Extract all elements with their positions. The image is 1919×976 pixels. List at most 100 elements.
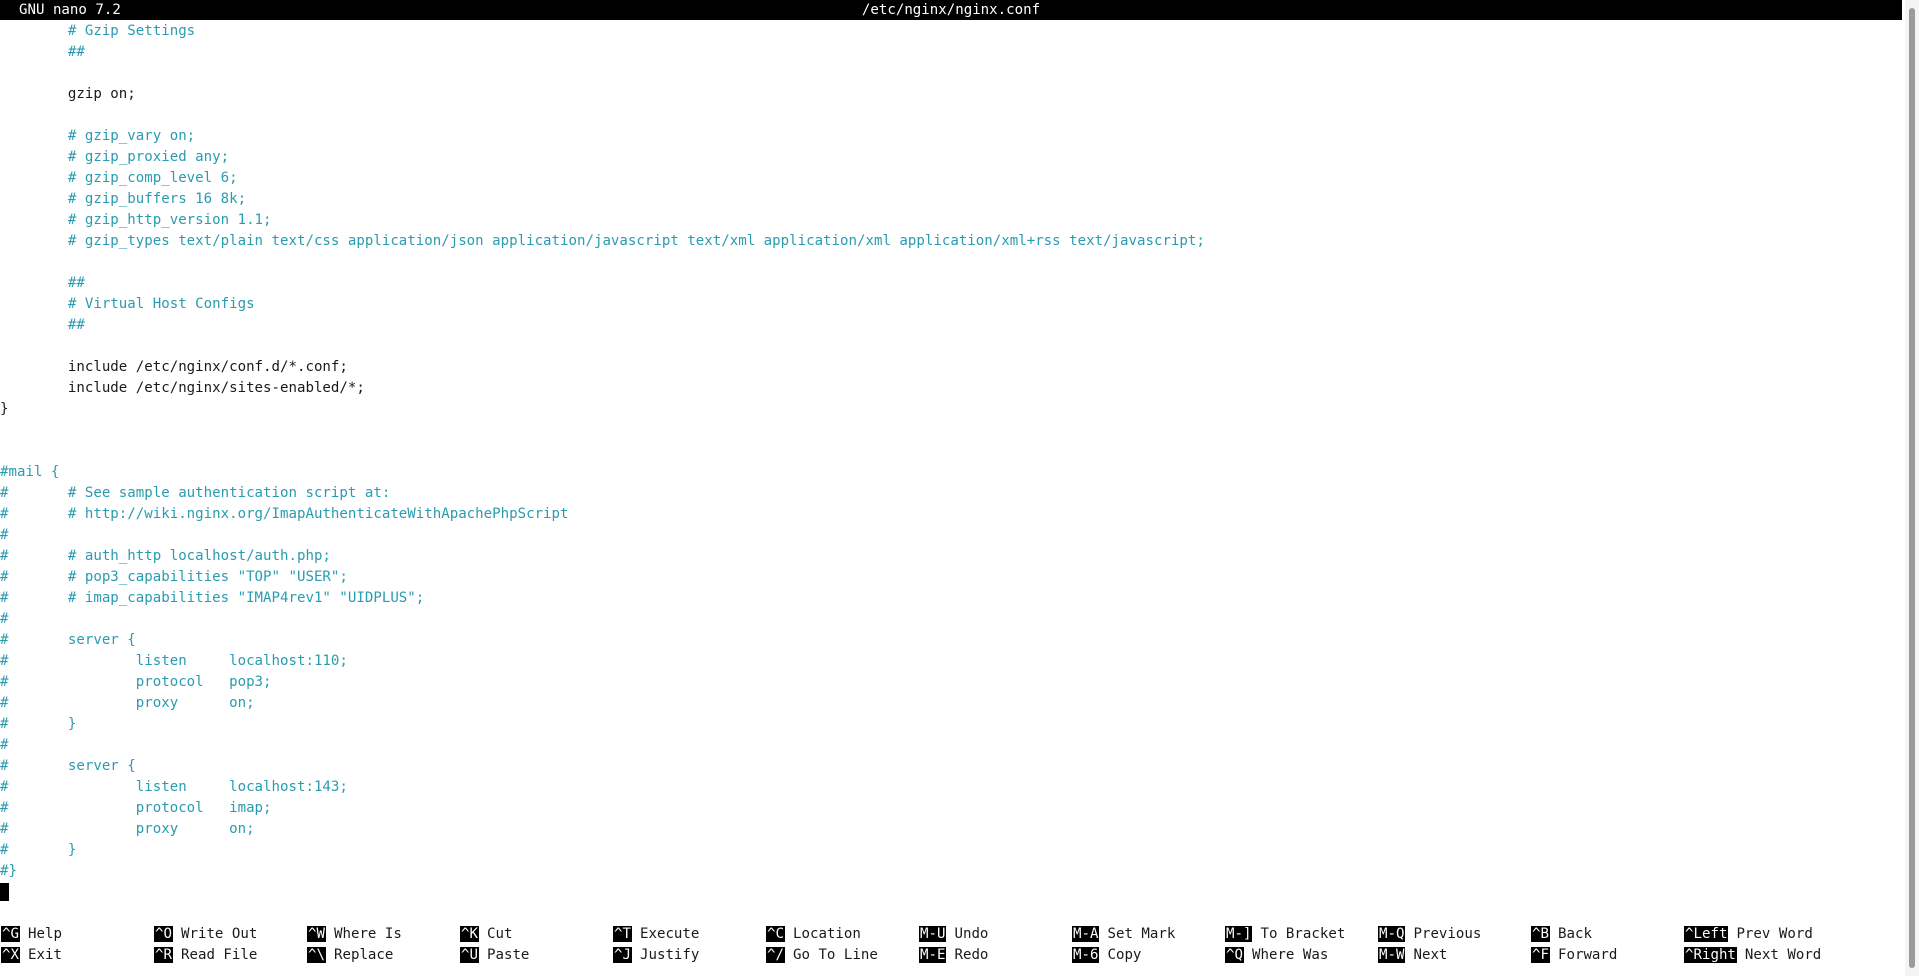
editor-line[interactable]: # Virtual Host Configs: [0, 294, 1902, 315]
shortcut-key: ^U: [460, 947, 479, 963]
shortcut-item[interactable]: ^W Where Is: [307, 924, 402, 945]
shortcut-label: Help: [27, 926, 62, 942]
shortcut-key: M-W: [1378, 947, 1406, 963]
shortcut-key: ^\: [307, 947, 326, 963]
shortcut-item[interactable]: ^C Location: [766, 924, 861, 945]
editor-line[interactable]: # }: [0, 714, 1902, 735]
shortcut-item[interactable]: ^G Help: [1, 924, 62, 945]
editor-line[interactable]: #mail {: [0, 462, 1902, 483]
editor-line[interactable]: ##: [0, 42, 1902, 63]
editor-line[interactable]: # Gzip Settings: [0, 21, 1902, 42]
shortcut-item[interactable]: M-U Undo: [919, 924, 988, 945]
shortcut-label: Go To Line: [792, 947, 878, 963]
editor-line[interactable]: # # http://wiki.nginx.org/ImapAuthentica…: [0, 504, 1902, 525]
editor-line[interactable]: # gzip_proxied any;: [0, 147, 1902, 168]
editor-line[interactable]: [0, 252, 1902, 273]
shortcut-item[interactable]: M-6 Copy: [1072, 945, 1141, 966]
editor-line[interactable]: # server {: [0, 756, 1902, 777]
shortcut-label: Redo: [954, 947, 989, 963]
editor-line[interactable]: # }: [0, 840, 1902, 861]
shortcut-item[interactable]: ^U Paste: [460, 945, 529, 966]
shortcut-bar: ^G Help ^O Write Out ^W Where Is ^K Cut ^T Execut…: [0, 924, 1902, 966]
shortcut-label: Where Is: [333, 926, 402, 942]
shortcut-key: M-Q: [1378, 926, 1406, 942]
shortcut-label: Previous: [1413, 926, 1482, 942]
editor-line[interactable]: # proxy on;: [0, 693, 1902, 714]
shortcut-label: Copy: [1107, 947, 1142, 963]
editor-line[interactable]: #}: [0, 861, 1902, 882]
shortcut-label: Exit: [27, 947, 62, 963]
text-cursor: [0, 883, 9, 901]
shortcut-item[interactable]: ^/ Go To Line: [766, 945, 878, 966]
editor-line[interactable]: # gzip_comp_level 6;: [0, 168, 1902, 189]
shortcut-item[interactable]: M-A Set Mark: [1072, 924, 1175, 945]
shortcut-label: Location: [792, 926, 861, 942]
editor-line[interactable]: [0, 420, 1902, 441]
shortcut-item[interactable]: ^T Execute: [613, 924, 699, 945]
editor-line[interactable]: [0, 441, 1902, 462]
shortcut-label: Set Mark: [1107, 926, 1176, 942]
editor-line[interactable]: # server {: [0, 630, 1902, 651]
editor-line[interactable]: [0, 336, 1902, 357]
editor-line[interactable]: # # imap_capabilities "IMAP4rev1" "UIDPL…: [0, 588, 1902, 609]
shortcut-item[interactable]: ^B Back: [1531, 924, 1592, 945]
shortcut-label: Paste: [486, 947, 530, 963]
shortcut-item[interactable]: M-] To Bracket: [1225, 924, 1345, 945]
editor-line[interactable]: ##: [0, 315, 1902, 336]
shortcut-label: Execute: [639, 926, 700, 942]
shortcut-item[interactable]: ^O Write Out: [154, 924, 257, 945]
shortcut-label: Next: [1413, 947, 1448, 963]
shortcut-key: ^Right: [1684, 947, 1737, 963]
shortcut-item[interactable]: ^Right Next Word: [1684, 945, 1821, 966]
shortcut-item[interactable]: ^X Exit: [1, 945, 62, 966]
editor-line[interactable]: # gzip_types text/plain text/css applica…: [0, 231, 1902, 252]
vertical-scrollbar[interactable]: [1905, 0, 1919, 976]
editor-line[interactable]: gzip on;: [0, 84, 1902, 105]
shortcut-label: Undo: [954, 926, 989, 942]
editor-line[interactable]: include /etc/nginx/conf.d/*.conf;: [0, 357, 1902, 378]
editor-line[interactable]: [0, 105, 1902, 126]
shortcut-label: Forward: [1557, 947, 1618, 963]
editor-line[interactable]: # proxy on;: [0, 819, 1902, 840]
shortcut-label: Prev Word: [1736, 926, 1813, 942]
shortcut-item[interactable]: M-W Next: [1378, 945, 1447, 966]
shortcut-label: Where Was: [1251, 947, 1329, 963]
editor-line[interactable]: ##: [0, 273, 1902, 294]
shortcut-key: M-]: [1225, 926, 1253, 942]
editor-area[interactable]: # Gzip Settings ## gzip on; # gzip_vary …: [0, 21, 1902, 903]
shortcut-item[interactable]: ^\ Replace: [307, 945, 393, 966]
shortcut-item[interactable]: ^Q Where Was: [1225, 945, 1328, 966]
shortcut-key: ^O: [154, 926, 173, 942]
editor-line[interactable]: }: [0, 399, 1902, 420]
editor-line[interactable]: # protocol imap;: [0, 798, 1902, 819]
cursor-line[interactable]: [0, 882, 1902, 903]
shortcut-item[interactable]: ^F Forward: [1531, 945, 1617, 966]
editor-line[interactable]: #: [0, 735, 1902, 756]
editor-line[interactable]: # gzip_vary on;: [0, 126, 1902, 147]
shortcut-item[interactable]: ^R Read File: [154, 945, 257, 966]
editor-line[interactable]: # # auth_http localhost/auth.php;: [0, 546, 1902, 567]
shortcut-item[interactable]: M-Q Previous: [1378, 924, 1481, 945]
editor-line[interactable]: # listen localhost:110;: [0, 651, 1902, 672]
shortcut-item[interactable]: M-E Redo: [919, 945, 988, 966]
editor-line[interactable]: # gzip_buffers 16 8k;: [0, 189, 1902, 210]
shortcut-item[interactable]: ^K Cut: [460, 924, 512, 945]
shortcut-item[interactable]: ^Left Prev Word: [1684, 924, 1813, 945]
editor-line[interactable]: #: [0, 525, 1902, 546]
editor-line[interactable]: # listen localhost:143;: [0, 777, 1902, 798]
scrollbar-thumb[interactable]: [1909, 8, 1915, 968]
editor-line[interactable]: # # pop3_capabilities "TOP" "USER";: [0, 567, 1902, 588]
shortcut-label: Cut: [486, 926, 513, 942]
shortcut-row: ^G Help ^O Write Out ^W Where Is ^K Cut ^T Execut…: [0, 924, 1902, 945]
shortcut-label: Next Word: [1744, 947, 1822, 963]
shortcut-key: ^F: [1531, 947, 1550, 963]
editor-line[interactable]: [0, 63, 1902, 84]
editor-line[interactable]: include /etc/nginx/sites-enabled/*;: [0, 378, 1902, 399]
editor-line[interactable]: # # See sample authentication script at:: [0, 483, 1902, 504]
shortcut-item[interactable]: ^J Justify: [613, 945, 699, 966]
shortcut-key: ^K: [460, 926, 479, 942]
editor-line[interactable]: # gzip_http_version 1.1;: [0, 210, 1902, 231]
editor-line[interactable]: #: [0, 609, 1902, 630]
shortcut-key: ^Left: [1684, 926, 1729, 942]
editor-line[interactable]: # protocol pop3;: [0, 672, 1902, 693]
